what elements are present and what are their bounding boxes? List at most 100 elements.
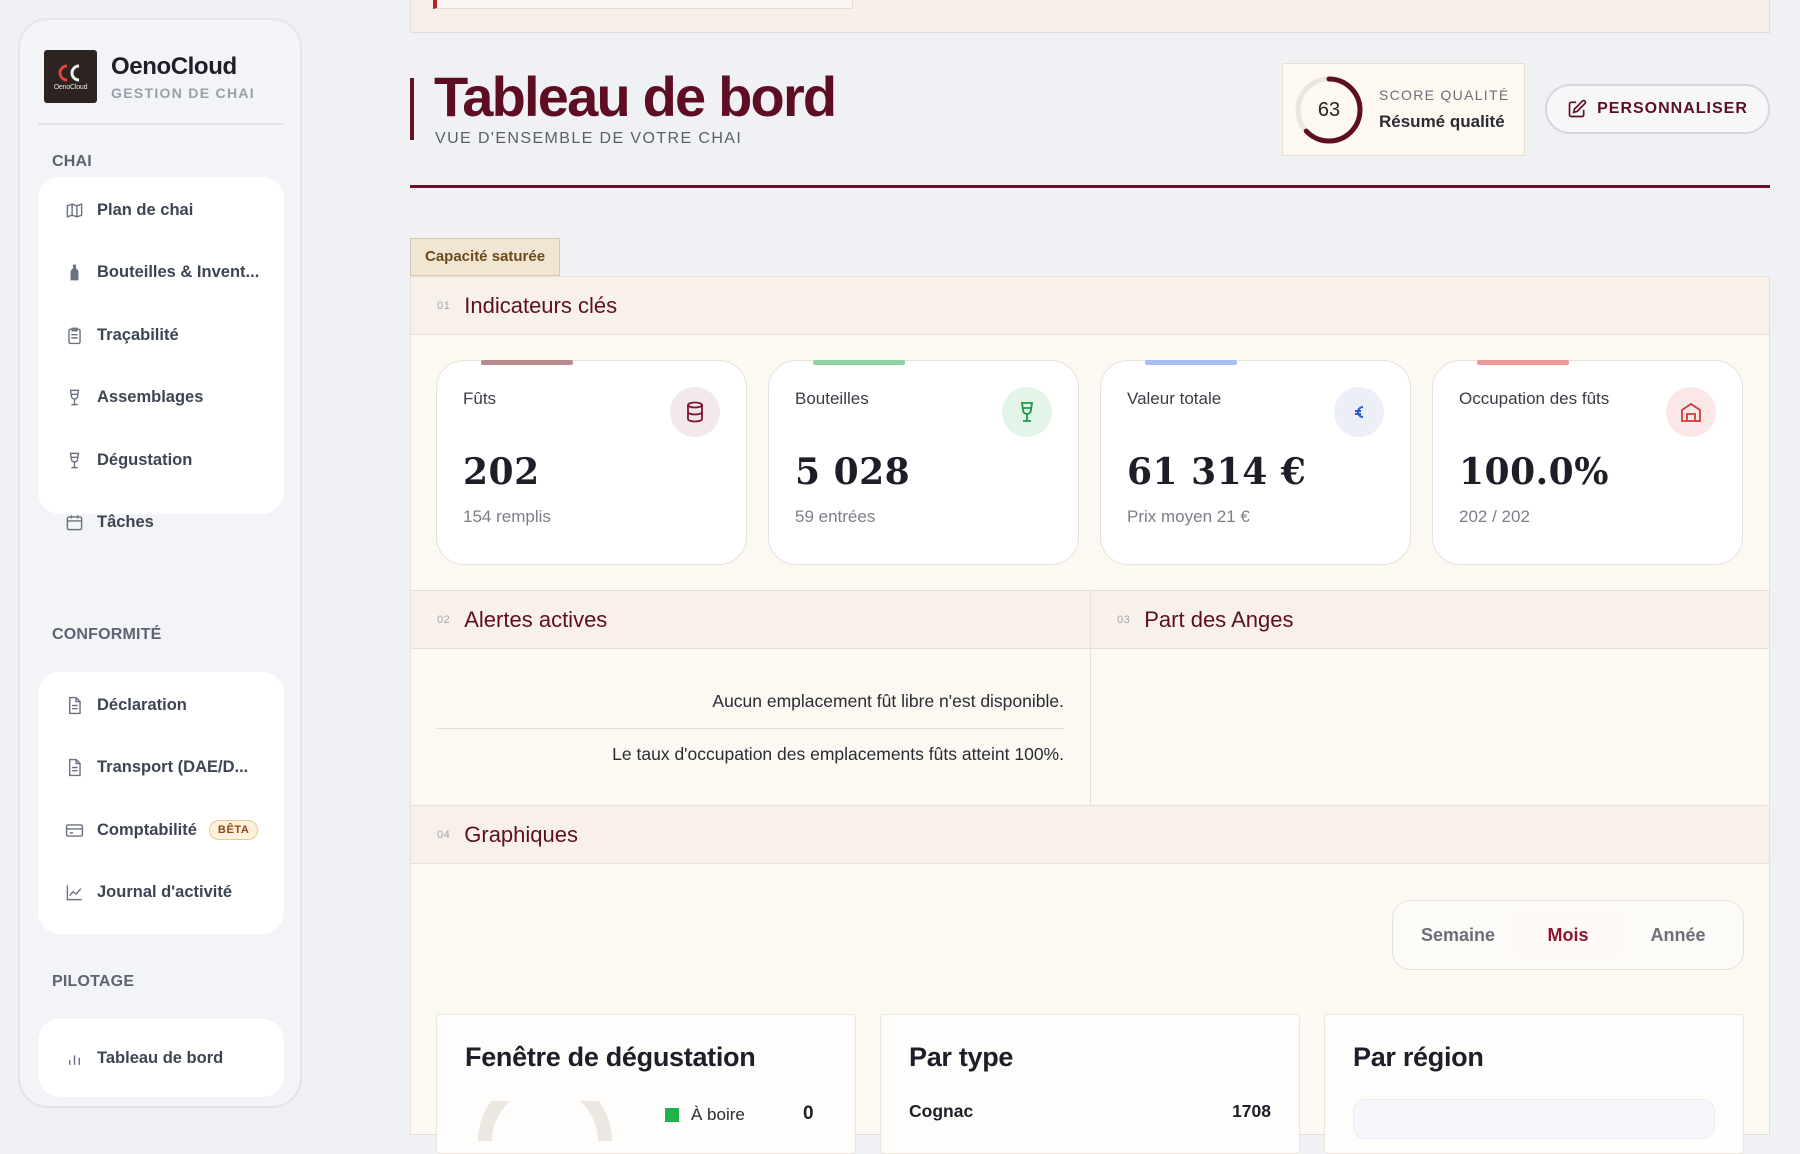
kpi-accent xyxy=(1145,360,1237,365)
sidebar-item-journal[interactable]: Journal d'activité xyxy=(38,862,284,925)
quality-score-card[interactable]: 63 SCORE QUALITÉ Résumé qualité xyxy=(1282,63,1525,156)
app-logo: OenoCloud xyxy=(44,50,97,103)
credit-card-icon xyxy=(64,820,84,840)
sidebar-item-label: Tâches xyxy=(97,513,154,532)
type-row-value: 1708 xyxy=(1232,1101,1271,1121)
top-banner xyxy=(410,0,1770,33)
clipboard-icon xyxy=(64,325,84,345)
score-label: SCORE QUALITÉ xyxy=(1379,87,1510,103)
header-rule xyxy=(410,185,1770,188)
section-number: 03 xyxy=(1117,613,1131,626)
kpi-subtext: 202 / 202 xyxy=(1459,507,1530,526)
brand-name: OenoCloud xyxy=(111,52,237,80)
chart-title: Fenêtre de dégustation xyxy=(465,1042,756,1072)
sidebar-item-assemblages[interactable]: Assemblages xyxy=(38,367,284,430)
kpi-card-futs[interactable]: Fûts 202 154 remplis xyxy=(436,360,747,565)
sidebar-item-label: Dégustation xyxy=(97,450,193,469)
brand-subtitle: GESTION DE CHAI xyxy=(111,84,255,101)
logo-text: OenoCloud xyxy=(53,83,88,91)
sidebar-item-label: Tableau de bord xyxy=(97,1048,224,1067)
sidebar-item-taches[interactable]: Tâches xyxy=(38,492,284,555)
kpi-subtext: 59 entrées xyxy=(795,507,876,526)
legend-value: 0 xyxy=(803,1103,814,1124)
angels-share-panel: 03 Part des Anges xyxy=(1090,590,1770,806)
sidebar: OenoCloud OenoCloud GESTION DE CHAI CHAI… xyxy=(18,18,302,1108)
barrel-icon xyxy=(670,387,720,437)
kpi-label: Fûts xyxy=(463,389,497,408)
wine-glass-icon xyxy=(1002,387,1052,437)
page-title: Tableau de bord xyxy=(434,65,837,128)
legend-label: À boire xyxy=(691,1105,745,1124)
panel-header: 02 Alertes actives xyxy=(411,591,1090,649)
glass-icon xyxy=(64,450,84,470)
brand[interactable]: OenoCloud OenoCloud GESTION DE CHAI xyxy=(44,50,255,103)
type-row-label: Cognac xyxy=(909,1101,974,1121)
period-option-mois[interactable]: Mois xyxy=(1513,909,1623,961)
donut-chart xyxy=(478,1101,612,1141)
edit-icon xyxy=(1568,99,1587,118)
oc-logo-icon xyxy=(57,63,85,83)
kpi-card-occupation[interactable]: Occupation des fûts 100.0% 202 / 202 xyxy=(1432,360,1743,565)
customize-label: PERSONNALISER xyxy=(1597,100,1748,117)
divider xyxy=(437,728,1064,729)
title-accent-bar xyxy=(410,78,414,140)
kpi-value: 100.0% xyxy=(1459,451,1609,493)
kpi-subtext: Prix moyen 21 € xyxy=(1127,507,1250,526)
section-title-chai: CHAI xyxy=(52,153,92,170)
kpi-label: Valeur totale xyxy=(1127,389,1222,408)
sidebar-item-tracabilite[interactable]: Traçabilité xyxy=(38,304,284,367)
chart-title: Par type xyxy=(909,1042,1014,1072)
customize-button[interactable]: PERSONNALISER xyxy=(1545,84,1770,134)
sidebar-item-label: Transport (DAE/D... xyxy=(97,758,249,777)
map-icon xyxy=(64,200,84,220)
bar-chart-icon xyxy=(64,1048,84,1068)
sidebar-item-degustation[interactable]: Dégustation xyxy=(38,429,284,492)
sidebar-item-bouteilles[interactable]: Bouteilles & Invent... xyxy=(38,242,284,305)
sidebar-item-transport[interactable]: Transport (DAE/D... xyxy=(38,737,284,800)
euro-icon xyxy=(1334,387,1384,437)
score-value: 63 xyxy=(1317,99,1341,121)
kpi-label: Occupation des fûts xyxy=(1459,389,1610,408)
legend-swatch xyxy=(665,1108,679,1122)
nav-group-chai: Plan de chai Bouteilles & Invent... Traç… xyxy=(38,177,284,531)
status-badge: Capacité saturée xyxy=(410,238,561,276)
section-title: Alertes actives xyxy=(464,606,608,632)
kpi-card-valeur[interactable]: Valeur totale 61 314 € Prix moyen 21 € xyxy=(1100,360,1411,565)
glass-icon xyxy=(64,388,84,408)
section-number: 02 xyxy=(437,613,451,626)
line-chart-icon xyxy=(64,883,84,903)
page-subtitle: VUE D'ENSEMBLE DE VOTRE CHAI xyxy=(435,130,743,147)
kpi-subtext: 154 remplis xyxy=(463,507,551,526)
kpi-label: Bouteilles xyxy=(795,389,869,408)
sidebar-item-plan-de-chai[interactable]: Plan de chai xyxy=(38,179,284,242)
period-option-semaine[interactable]: Semaine xyxy=(1403,909,1513,961)
sidebar-item-label: Assemblages xyxy=(97,388,204,407)
document-icon xyxy=(64,695,84,715)
region-map-area xyxy=(1353,1099,1715,1139)
nav-group-conformite: Déclaration Transport (DAE/D... Comptabi… xyxy=(38,672,284,934)
kpi-value: 61 314 € xyxy=(1127,451,1307,493)
period-toggle: Semaine Mois Année xyxy=(1392,900,1744,970)
divider xyxy=(38,123,284,125)
kpi-value: 202 xyxy=(463,451,540,493)
kpi-card-bouteilles[interactable]: Bouteilles 5 028 59 entrées xyxy=(768,360,1079,565)
beta-badge: BÊTA xyxy=(208,820,259,841)
calendar-icon xyxy=(64,513,84,533)
kpi-value: 5 028 xyxy=(795,451,911,493)
period-option-annee[interactable]: Année xyxy=(1623,909,1733,961)
chart-title: Par région xyxy=(1353,1042,1484,1072)
chart-card-by-region: Par région xyxy=(1324,1014,1744,1154)
section-title: Indicateurs clés xyxy=(464,292,618,318)
sidebar-item-tableau-de-bord[interactable]: Tableau de bord xyxy=(38,1027,284,1090)
sidebar-item-comptabilite[interactable]: Comptabilité BÊTA xyxy=(38,799,284,862)
kpi-accent xyxy=(813,360,905,365)
sidebar-item-label: Journal d'activité xyxy=(97,883,233,902)
chart-card-by-type: Par type Cognac 1708 xyxy=(880,1014,1300,1154)
warehouse-icon xyxy=(1666,387,1716,437)
sidebar-item-label: Traçabilité xyxy=(97,325,179,344)
section-title: Graphiques xyxy=(464,821,578,847)
section-title: Part des Anges xyxy=(1144,606,1294,632)
document-icon xyxy=(64,758,84,778)
bottle-icon xyxy=(64,263,84,283)
sidebar-item-declaration[interactable]: Déclaration xyxy=(38,674,284,737)
